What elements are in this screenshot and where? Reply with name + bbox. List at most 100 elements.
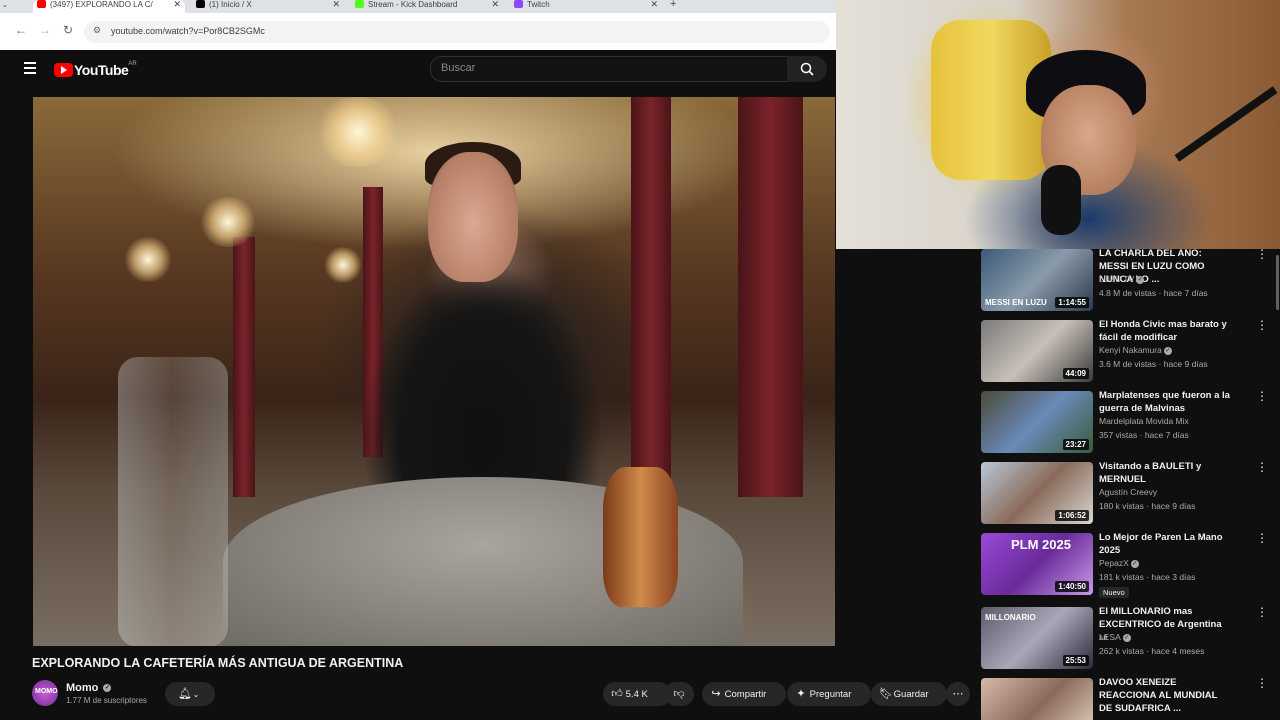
recommendation-item[interactable]: 1:06:52 Visitando a BAULETI y MERNUEL Ag… xyxy=(981,460,1276,526)
tab-twitch[interactable]: Twitch ✕ xyxy=(510,0,662,13)
recommendation-channel[interactable]: Agustín Creevy xyxy=(1099,487,1157,497)
browser-tab-strip: ⌄ (3497) EXPLORANDO LA C/ ✕ (1) Inicio / … xyxy=(0,0,836,13)
verified-icon: ✓ xyxy=(103,684,112,693)
url-text[interactable]: youtube.com/watch?v=Por8CB2SGMc xyxy=(111,26,265,36)
more-vertical-icon[interactable]: ⋮ xyxy=(1256,676,1268,690)
recommendation-item[interactable]: DAVOO XENEIZE REACCIONA AL MUNDIAL DE SU… xyxy=(981,676,1276,720)
search-input[interactable]: Buscar xyxy=(430,56,788,82)
share-label: Compartir xyxy=(724,689,767,700)
recommendation-title[interactable]: Marplatenses que fueron a la guerra de M… xyxy=(1099,389,1231,415)
tab-title: Twitch xyxy=(527,0,550,9)
recommendation-item[interactable]: 23:27 Marplatenses que fueron a la guerr… xyxy=(981,389,1276,455)
recommendation-title[interactable]: Lo Mejor de Paren La Mano 2025 xyxy=(1099,531,1231,557)
video-thumbnail[interactable]: PLM 2025 1:40:50 xyxy=(981,533,1093,595)
ask-button[interactable]: ✦ Preguntar xyxy=(787,682,871,706)
close-tab-icon[interactable]: ✕ xyxy=(173,0,181,9)
forward-arrow-icon[interactable]: → xyxy=(39,23,51,37)
more-vertical-icon[interactable]: ⋮ xyxy=(1256,318,1268,332)
twitch-favicon-icon xyxy=(514,0,523,8)
like-button[interactable]: 👍︎ 5.4 K xyxy=(603,682,671,706)
channel-name-text: Kenyi Nakamura xyxy=(1099,345,1162,355)
video-thumbnail[interactable]: MILLONARIO 25:53 xyxy=(981,607,1093,669)
subscriber-count: 1.77 M de suscriptores xyxy=(66,696,147,705)
sparkle-icon: ✦ xyxy=(796,688,806,700)
recommendation-channel[interactable]: LESA ✓ xyxy=(1099,632,1131,642)
video-thumbnail[interactable]: 23:27 xyxy=(981,391,1093,453)
save-label: Guardar xyxy=(893,689,929,700)
verified-icon: ✓ xyxy=(1136,275,1145,284)
logo-text: YouTube xyxy=(74,61,129,78)
youtube-logo[interactable]: YouTubeAR xyxy=(54,61,137,79)
new-tab-button[interactable]: + xyxy=(670,0,684,13)
more-vertical-icon[interactable]: ⋮ xyxy=(1256,605,1268,619)
recommendation-title[interactable]: El Honda Civic mas barato y fácil de mod… xyxy=(1099,318,1231,344)
back-arrow-icon[interactable]: ← xyxy=(15,23,27,37)
video-duration: 1:40:50 xyxy=(1055,581,1089,592)
recommendation-item[interactable]: PLM 2025 1:40:50 Lo Mejor de Paren La Ma… xyxy=(981,531,1276,598)
recommendation-item[interactable]: MESSI EN LUZU 1:14:55 LA CHARLA DEL AÑO:… xyxy=(981,249,1276,313)
recommendation-channel[interactable]: Mardelplata Movida Mix xyxy=(1099,416,1189,426)
close-tab-icon[interactable]: ✕ xyxy=(332,0,340,9)
video-thumbnail[interactable] xyxy=(981,678,1093,720)
recommendation-meta: 181 k vistas · hace 3 días xyxy=(1099,572,1196,582)
video-thumbnail[interactable]: MESSI EN LUZU 1:14:55 xyxy=(981,249,1093,311)
video-duration: 23:27 xyxy=(1062,439,1089,450)
more-vertical-icon[interactable]: ⋮ xyxy=(1256,249,1268,261)
recommendation-meta: 262 k vistas · hace 4 meses xyxy=(1099,646,1205,656)
webcam-mic-arm xyxy=(1174,86,1278,162)
channel-avatar[interactable]: MOMO xyxy=(32,680,58,706)
tab-youtube[interactable]: (3497) EXPLORANDO LA C/ ✕ xyxy=(33,0,185,13)
more-vertical-icon[interactable]: ⋮ xyxy=(1256,389,1268,403)
webcam-microphone xyxy=(1041,165,1081,235)
site-info-icon[interactable]: ⚙ xyxy=(93,25,101,36)
subscribe-bell-button[interactable]: 🔔︎⌄ xyxy=(165,682,215,706)
scene-pillar xyxy=(738,97,803,497)
save-button[interactable]: 🔖︎ Guardar xyxy=(871,682,947,706)
verified-icon: ✓ xyxy=(1130,559,1139,568)
video-thumbnail[interactable]: 1:06:52 xyxy=(981,462,1093,524)
close-tab-icon[interactable]: ✕ xyxy=(491,0,499,9)
verified-icon: ✓ xyxy=(1163,346,1172,355)
recommendation-title[interactable]: DAVOO XENEIZE REACCIONA AL MUNDIAL DE SU… xyxy=(1099,676,1231,715)
share-button[interactable]: ↪ Compartir xyxy=(702,682,786,706)
reload-icon[interactable]: ↻ xyxy=(63,23,73,37)
close-tab-icon[interactable]: ✕ xyxy=(650,0,658,9)
recommendation-channel[interactable]: LUZU TV ✓ xyxy=(1099,274,1145,284)
video-thumbnail[interactable]: 44:09 xyxy=(981,320,1093,382)
scene-chandelier xyxy=(123,237,173,282)
recommendation-meta: 3.6 M de vistas · hace 9 días xyxy=(1099,359,1208,369)
video-duration: 1:06:52 xyxy=(1055,510,1089,521)
sidebar-scrollbar[interactable] xyxy=(1276,255,1279,310)
channel-name[interactable]: Momo ✓ xyxy=(66,682,112,694)
share-icon: ↪ xyxy=(711,688,721,700)
address-bar[interactable]: ⚙ youtube.com/watch?v=Por8CB2SGMc xyxy=(84,21,830,43)
tab-kick[interactable]: Stream - Kick Dashboard ✕ xyxy=(351,0,503,13)
tab-search-chevron-icon[interactable]: ⌄ xyxy=(0,0,10,13)
tab-title: Stream - Kick Dashboard xyxy=(368,0,458,9)
scene-chandelier xyxy=(313,97,403,167)
thumbnail-text: MESSI EN LUZU xyxy=(985,298,1047,307)
recommendation-channel[interactable]: PepazX ✓ xyxy=(1099,558,1139,568)
scene-chandelier xyxy=(198,197,258,247)
channel-name-text: Momo xyxy=(66,682,99,694)
more-vertical-icon[interactable]: ⋮ xyxy=(1256,531,1268,545)
recommendation-item[interactable]: 44:09 El Honda Civic mas barato y fácil … xyxy=(981,318,1276,384)
more-vertical-icon[interactable]: ⋮ xyxy=(1256,460,1268,474)
tab-x[interactable]: (1) Inicio / X ✕ xyxy=(192,0,344,13)
ask-label: Preguntar xyxy=(809,689,852,700)
search-button[interactable] xyxy=(787,56,827,82)
search-icon xyxy=(800,62,814,76)
recommendation-channel[interactable]: Kenyi Nakamura ✓ xyxy=(1099,345,1172,355)
channel-avatar-text: MOMO xyxy=(35,688,58,695)
more-actions-button[interactable]: ⋯ xyxy=(946,682,970,706)
youtube-favicon-icon xyxy=(37,0,46,8)
video-duration: 25:53 xyxy=(1062,655,1089,666)
recommendation-title[interactable]: Visitando a BAULETI y MERNUEL xyxy=(1099,460,1231,486)
like-count: 5.4 K xyxy=(625,689,648,700)
video-player[interactable] xyxy=(33,97,835,646)
menu-hamburger-icon[interactable] xyxy=(24,62,36,77)
channel-name-text: LUZU TV xyxy=(1099,274,1135,284)
x-favicon-icon xyxy=(196,0,205,8)
dislike-button[interactable]: 👎︎ xyxy=(664,682,694,706)
recommendation-item[interactable]: MILLONARIO 25:53 El MILLONARIO mas EXCEN… xyxy=(981,605,1276,671)
